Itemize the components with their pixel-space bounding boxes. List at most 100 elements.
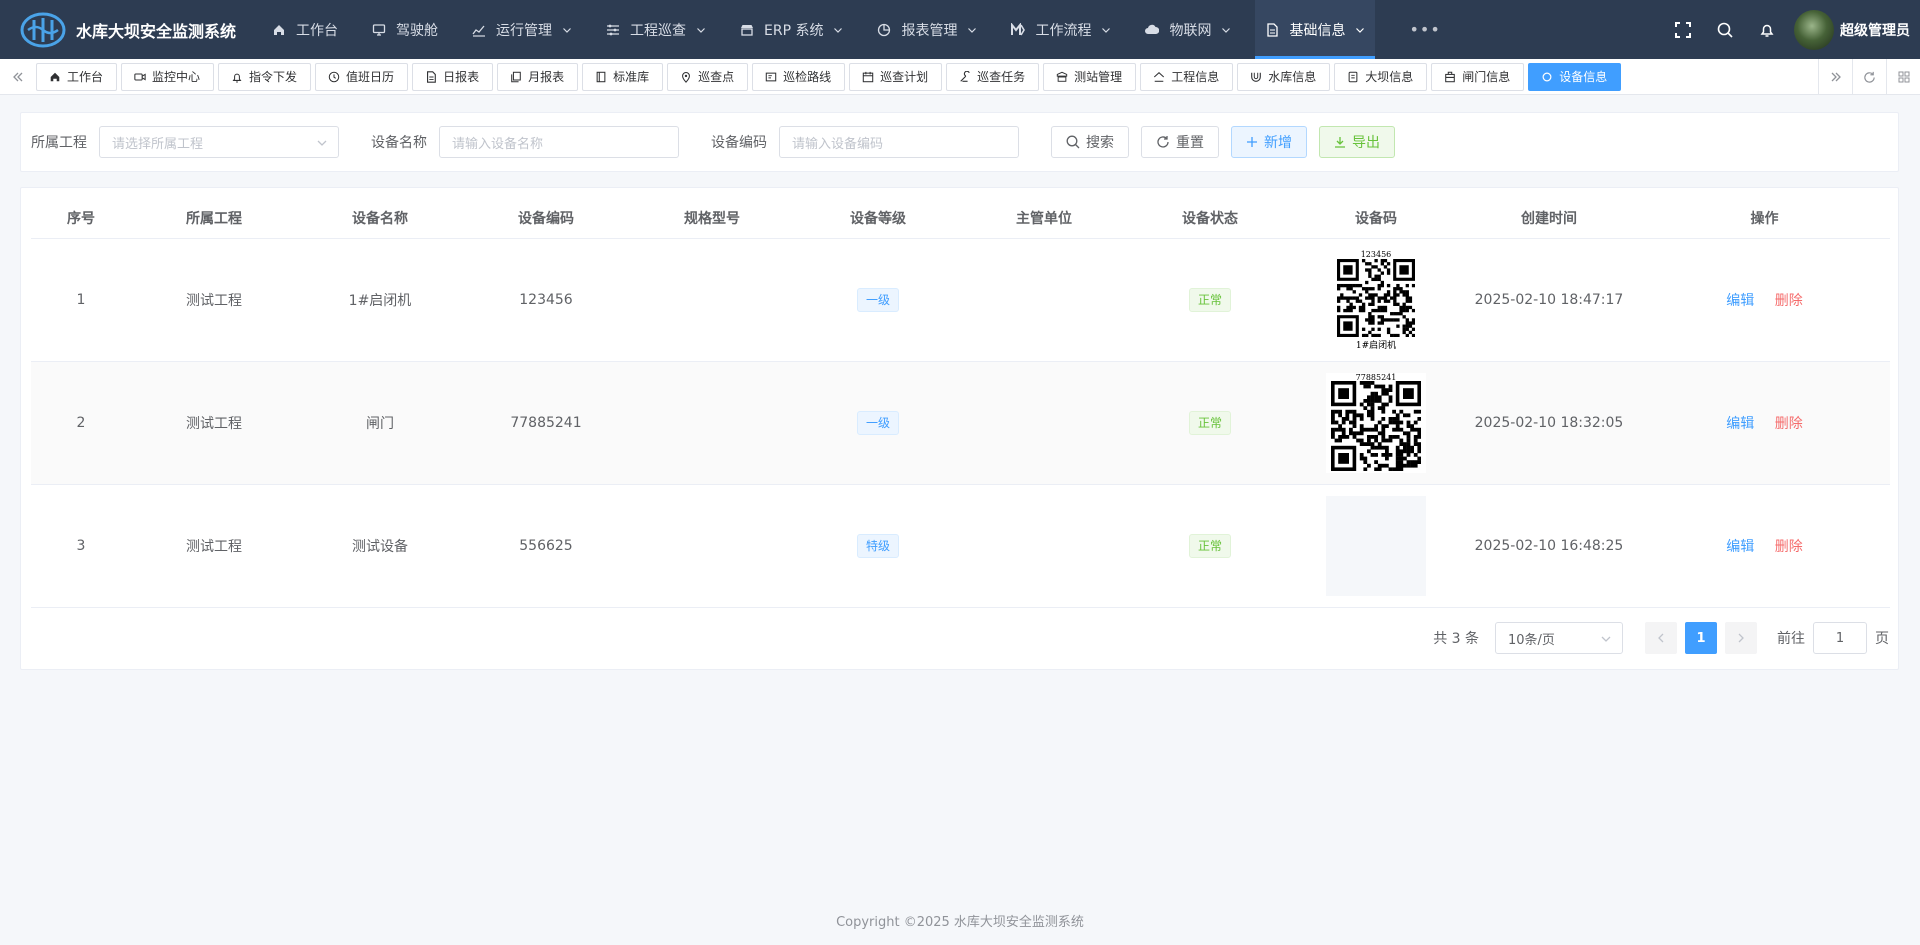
pie-chart-icon: [877, 23, 891, 37]
tab-1[interactable]: 监控中心: [121, 62, 215, 91]
cell-device-code: 556625: [463, 484, 629, 608]
task-icon: [959, 70, 971, 83]
nav-item-3[interactable]: 工程巡查: [596, 0, 716, 59]
cell-qr: 77885241: [1293, 361, 1459, 485]
page-number-current[interactable]: 1: [1685, 622, 1717, 654]
level-tag: 特级: [856, 533, 899, 558]
tab-14[interactable]: 大坝信息: [1334, 62, 1428, 91]
pagination-total: 共 3 条: [1433, 631, 1479, 647]
nav-item-7[interactable]: 物联网: [1135, 0, 1241, 59]
search-icon: [1066, 135, 1080, 149]
edit-button[interactable]: 编辑: [1726, 416, 1754, 432]
tab-2[interactable]: 指令下发: [218, 62, 312, 91]
nav-item-0[interactable]: 工作台: [262, 0, 348, 59]
document-icon: [1265, 22, 1279, 37]
nav-item-1[interactable]: 驾驶舱: [362, 0, 448, 59]
grid-menu-icon[interactable]: [1886, 59, 1920, 95]
export-button[interactable]: 导出: [1319, 126, 1395, 158]
tabs-scroll-right-icon[interactable]: [1818, 59, 1852, 95]
nav-item-2[interactable]: 运行管理: [462, 0, 582, 59]
chevron-down-icon: [1601, 636, 1611, 642]
pagination: 共 3 条 10条/页 1 前往 1 页: [1433, 622, 1889, 654]
more-menu-icon[interactable]: •••: [1389, 20, 1460, 39]
tab-label: 巡检路线: [783, 70, 832, 84]
edit-button[interactable]: 编辑: [1726, 293, 1754, 309]
cell-model: [629, 484, 795, 608]
project-placeholder: 请选择所属工程: [112, 136, 204, 152]
edit-button[interactable]: 编辑: [1726, 539, 1754, 555]
project-label: 所属工程: [31, 135, 87, 151]
goto-input[interactable]: 1: [1813, 622, 1867, 654]
username[interactable]: 超级管理员: [1840, 20, 1910, 40]
tab-label: 工作台: [67, 70, 104, 84]
column-header: 主管单位: [961, 198, 1127, 239]
postcard-icon: [765, 71, 777, 83]
cell-project: 测试工程: [131, 484, 297, 608]
tab-7[interactable]: 巡查点: [667, 62, 749, 91]
tab-0[interactable]: 工作台: [36, 62, 118, 91]
cell-index: 1: [31, 238, 131, 362]
search-icon[interactable]: [1716, 21, 1734, 39]
tab-label: 值班日历: [346, 70, 395, 84]
export-button-label: 导出: [1352, 135, 1380, 151]
download-icon: [1334, 136, 1346, 148]
tab-8[interactable]: 巡检路线: [752, 62, 846, 91]
station-icon: [1056, 71, 1068, 83]
cell-model: [629, 361, 795, 485]
cell-project: 测试工程: [131, 238, 297, 362]
name-input[interactable]: 请输入设备名称: [439, 126, 679, 158]
bell-icon: [231, 71, 243, 83]
tab-3[interactable]: 值班日历: [315, 62, 409, 91]
search-button[interactable]: 搜索: [1051, 126, 1129, 158]
brand[interactable]: 水库大坝安全监测系统: [0, 0, 262, 59]
top-right-tools: 超级管理员: [1662, 0, 1910, 59]
nav-item-label: 工作台: [296, 22, 338, 39]
delete-button[interactable]: 删除: [1775, 416, 1803, 432]
reset-button[interactable]: 重置: [1141, 126, 1219, 158]
column-header: 操作: [1639, 198, 1890, 239]
tab-5[interactable]: 月报表: [497, 62, 579, 91]
column-header: 设备码: [1293, 198, 1459, 239]
cell-unit: [961, 361, 1127, 485]
device-qr-code[interactable]: 123456 1#启闭机: [1326, 249, 1426, 351]
nav-item-8[interactable]: 基础信息: [1255, 0, 1376, 59]
tab-label: 大坝信息: [1365, 70, 1414, 84]
tab-13[interactable]: 水库信息: [1237, 62, 1331, 91]
delete-button[interactable]: 删除: [1775, 293, 1803, 309]
cell-status: 正常: [1127, 361, 1293, 485]
search-button-label: 搜索: [1086, 135, 1114, 151]
name-placeholder: 请输入设备名称: [452, 136, 544, 152]
qr-code-icon: [1337, 258, 1415, 337]
delete-button[interactable]: 删除: [1775, 539, 1803, 555]
code-label: 设备编码: [711, 135, 767, 151]
project-select[interactable]: 请选择所属工程: [99, 126, 339, 158]
tab-16[interactable]: 设备信息: [1528, 62, 1622, 91]
nav-item-6[interactable]: 工作流程: [1001, 0, 1121, 59]
tab-15[interactable]: 闸门信息: [1431, 62, 1525, 91]
nav-item-5[interactable]: 报表管理: [867, 0, 987, 59]
next-page-button[interactable]: [1725, 622, 1757, 654]
prev-page-button[interactable]: [1645, 622, 1677, 654]
tab-6[interactable]: 标准库: [582, 62, 664, 91]
add-button[interactable]: 新增: [1231, 126, 1307, 158]
refresh-icon[interactable]: [1852, 59, 1886, 95]
calendar-icon: [862, 71, 874, 83]
fullscreen-icon[interactable]: [1674, 21, 1692, 39]
tab-label: 设备信息: [1559, 70, 1608, 84]
tab-11[interactable]: 测站管理: [1043, 62, 1137, 91]
avatar[interactable]: [1794, 9, 1834, 50]
bell-icon[interactable]: [1758, 21, 1776, 39]
tabs-scroll-left-icon[interactable]: [0, 59, 36, 95]
tab-4[interactable]: 日报表: [412, 62, 494, 91]
chevron-down-icon: [967, 25, 977, 35]
tabs-list: 工作台 监控中心 指令下发 值班日历 日报表 月报表 标准库 巡查点 巡检路线 巡查计划 巡查任务 测…: [36, 59, 1625, 95]
tab-9[interactable]: 巡查计划: [849, 62, 943, 91]
page-size-select[interactable]: 10条/页: [1495, 622, 1623, 654]
tab-12[interactable]: 工程信息: [1140, 62, 1234, 91]
code-placeholder: 请输入设备编码: [792, 136, 884, 152]
name-label: 设备名称: [371, 135, 427, 151]
device-qr-code[interactable]: 77885241: [1326, 372, 1426, 473]
tab-10[interactable]: 巡查任务: [946, 62, 1040, 91]
nav-item-4[interactable]: ERP 系统: [730, 0, 853, 59]
code-input[interactable]: 请输入设备编码: [779, 126, 1019, 158]
